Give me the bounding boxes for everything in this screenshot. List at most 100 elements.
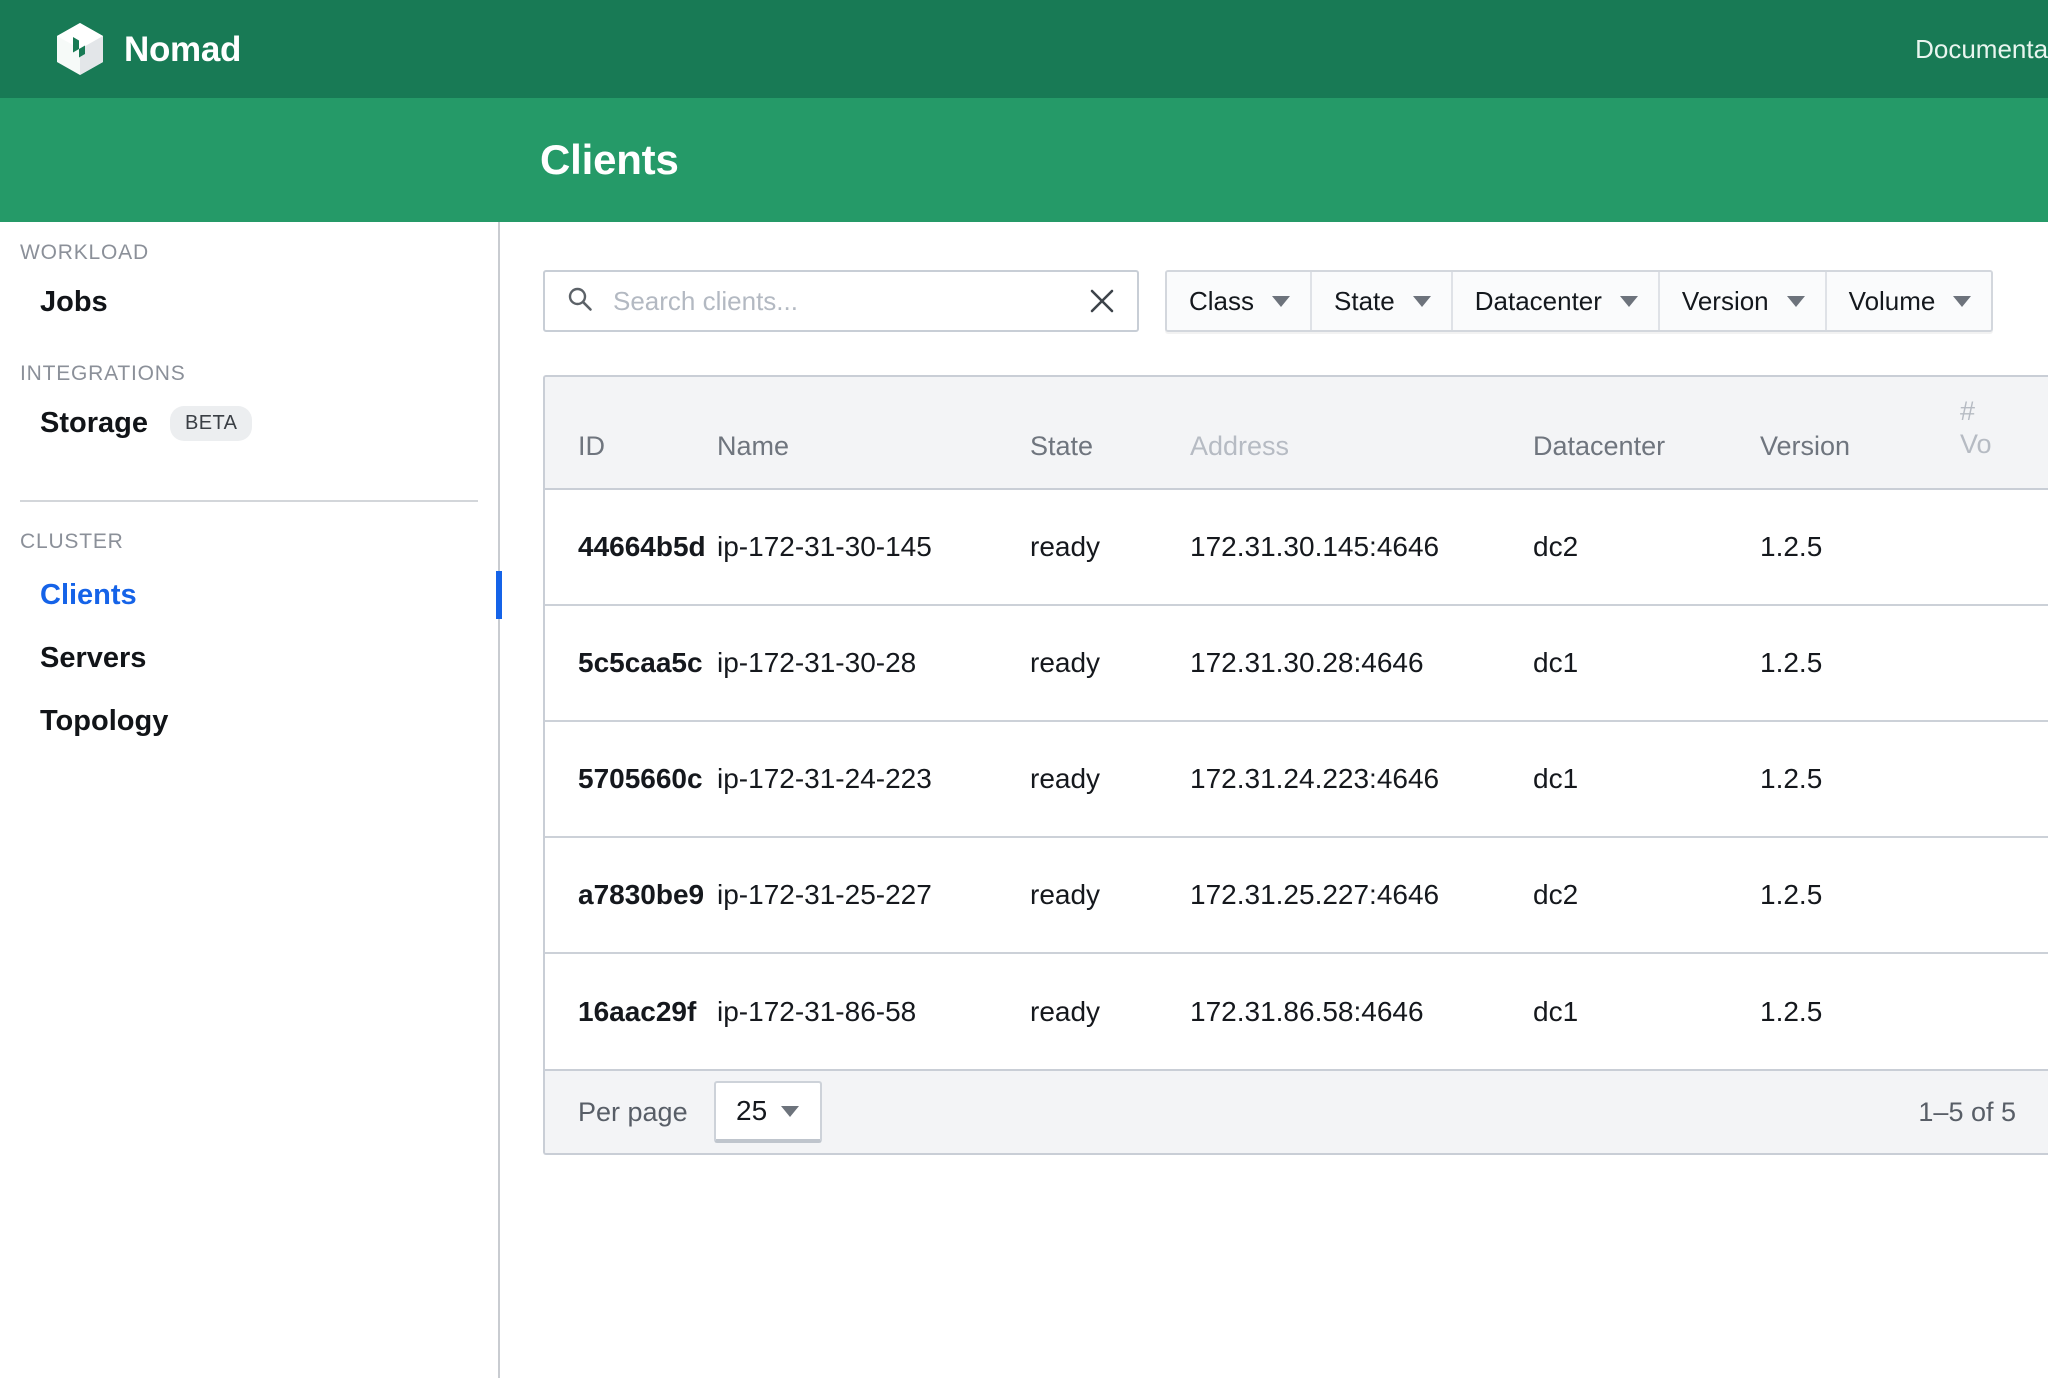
cell-version: 1.2.5: [1760, 721, 1960, 838]
search-icon: [567, 286, 593, 317]
cell-state: ready: [1030, 489, 1190, 606]
column-header-id[interactable]: ID: [545, 377, 717, 490]
brand-name: Nomad: [124, 29, 242, 69]
filter-state-button[interactable]: State: [1312, 272, 1453, 330]
storage-beta-badge: BETA: [169, 405, 253, 441]
cell-volumes: [1960, 953, 2048, 1069]
table-header-row: ID Name State Address Datacenter Version…: [545, 377, 2048, 490]
chevron-down-icon: [781, 1105, 800, 1117]
column-header-state[interactable]: State: [1030, 377, 1190, 490]
sidebar-item-storage[interactable]: Storage BETA: [0, 393, 498, 453]
filter-volume-label: Volume: [1848, 285, 1936, 316]
close-icon[interactable]: [1087, 286, 1117, 316]
brand-home-link[interactable]: Nomad: [56, 23, 241, 75]
filter-class-button[interactable]: Class: [1167, 272, 1313, 330]
column-header-address[interactable]: Address: [1190, 377, 1533, 490]
sidebar-item-storage-label: Storage: [40, 406, 148, 439]
table-row[interactable]: 5705660c ip-172-31-24-223 ready 172.31.2…: [545, 721, 2048, 838]
cell-address: 172.31.86.58:4646: [1190, 995, 1424, 1027]
chevron-down-icon: [1272, 295, 1291, 307]
filter-class-label: Class: [1189, 285, 1255, 316]
sidebar-item-jobs-label: Jobs: [40, 285, 108, 318]
clients-toolbar: Class State Datacenter Version Volume: [543, 270, 1994, 332]
cell-datacenter: dc1: [1533, 605, 1760, 722]
chevron-down-icon: [1412, 295, 1431, 307]
sidebar-item-clients[interactable]: Clients: [0, 565, 504, 625]
per-page-label: Per page: [578, 1096, 688, 1127]
cell-name: ip-172-31-30-145: [717, 489, 1030, 606]
table-row[interactable]: 44664b5d ip-172-31-30-145 ready 172.31.3…: [545, 489, 2048, 606]
cell-version: 1.2.5: [1760, 995, 1823, 1027]
cell-state: ready: [1030, 605, 1190, 722]
search-input[interactable]: [613, 285, 1087, 317]
cell-id[interactable]: 44664b5d: [545, 489, 717, 606]
cell-volumes: [1960, 721, 2048, 838]
top-nav-links: Documentation: [1915, 36, 2048, 62]
documentation-link[interactable]: Documentation: [1915, 36, 2048, 62]
column-header-name[interactable]: Name: [717, 377, 1030, 490]
sidebar-item-topology[interactable]: Topology: [0, 691, 498, 751]
cell-datacenter: dc1: [1533, 721, 1760, 838]
sidebar-item-servers[interactable]: Servers: [0, 628, 498, 688]
clients-table: ID Name State Address Datacenter Version…: [545, 377, 2048, 1069]
table-row[interactable]: 16aac29f ip-172-31-86-58 ready 172.31.86…: [545, 953, 2048, 1069]
pagination-range-label: 1–5 of 5: [1918, 1096, 2016, 1127]
filter-version-label: Version: [1681, 285, 1769, 316]
cell-version: 1.2.5: [1760, 605, 1960, 722]
cell-volumes: [1960, 837, 2048, 954]
top-navigation-bar: Nomad Documentation: [0, 0, 2048, 98]
cell-id[interactable]: 5c5caa5c: [545, 605, 717, 722]
cell-address: 172.31.24.223:4646: [1190, 721, 1533, 838]
filter-volume-button[interactable]: Volume: [1826, 272, 1992, 330]
page-subheader: Clients: [0, 98, 2048, 222]
cell-address: 172.31.30.145:4646: [1190, 489, 1533, 606]
sidebar-section-integrations-label: INTEGRATIONS: [20, 362, 186, 385]
cell-version: 1.2.5: [1760, 489, 1960, 606]
cell-datacenter: dc2: [1533, 489, 1760, 606]
filter-button-group: Class State Datacenter Version Volume: [1165, 270, 1994, 332]
sidebar-item-clients-label: Clients: [40, 578, 137, 611]
cell-datacenter: dc1: [1533, 995, 1579, 1027]
clients-table-head: ID Name State Address Datacenter Version…: [545, 377, 2048, 490]
sidebar-item-servers-label: Servers: [40, 641, 147, 674]
cell-datacenter: dc2: [1533, 837, 1760, 954]
sidebar-item-jobs[interactable]: Jobs: [0, 272, 498, 332]
sidebar-section-cluster-label: CLUSTER: [20, 530, 124, 553]
column-header-volumes-line2: Vo: [1960, 429, 1992, 460]
filter-datacenter-label: Datacenter: [1474, 285, 1602, 316]
nomad-logo-icon: [56, 23, 104, 75]
sidebar-navigation: WORKLOAD Jobs INTEGRATIONS Storage BETA …: [0, 222, 504, 1378]
filter-state-label: State: [1334, 285, 1395, 316]
main-content: Class State Datacenter Version Volume: [502, 222, 2048, 1378]
filter-datacenter-button[interactable]: Datacenter: [1452, 272, 1660, 330]
table-row[interactable]: a7830be9 ip-172-31-25-227 ready 172.31.2…: [545, 837, 2048, 954]
chevron-down-icon: [1619, 295, 1638, 307]
cell-name: ip-172-31-25-227: [717, 837, 1030, 954]
cell-name: ip-172-31-86-58: [717, 995, 917, 1027]
cell-address: 172.31.30.28:4646: [1190, 605, 1533, 722]
column-header-datacenter[interactable]: Datacenter: [1533, 377, 1760, 490]
filter-version-button[interactable]: Version: [1659, 272, 1827, 330]
search-clients-box[interactable]: [543, 270, 1139, 332]
cell-id[interactable]: 5705660c: [545, 721, 717, 838]
cell-volumes: [1960, 605, 2048, 722]
sidebar-section-workload-label: WORKLOAD: [20, 241, 149, 264]
cell-state: ready: [1030, 995, 1101, 1027]
sidebar-item-topology-label: Topology: [40, 704, 169, 737]
chevron-down-icon: [1953, 295, 1972, 307]
table-pagination: Per page 25 1–5 of 5: [545, 1069, 2048, 1153]
clients-table-container: ID Name State Address Datacenter Version…: [543, 375, 2048, 1155]
cell-volumes: [1960, 489, 2048, 606]
column-header-version[interactable]: Version: [1760, 377, 1960, 490]
table-row[interactable]: 5c5caa5c ip-172-31-30-28 ready 172.31.30…: [545, 605, 2048, 722]
chevron-down-icon: [1786, 295, 1805, 307]
per-page-value: 25: [736, 1095, 768, 1126]
column-header-volumes[interactable]: # Vo: [1960, 377, 2048, 490]
cell-state: ready: [1030, 837, 1190, 954]
cell-name: ip-172-31-24-223: [717, 721, 1030, 838]
cell-id[interactable]: a7830be9: [545, 837, 717, 954]
clients-table-body: 44664b5d ip-172-31-30-145 ready 172.31.3…: [545, 489, 2048, 1069]
sidebar-divider: [20, 500, 478, 502]
per-page-select[interactable]: 25: [713, 1081, 822, 1143]
cell-id[interactable]: 16aac29f: [545, 953, 717, 1069]
